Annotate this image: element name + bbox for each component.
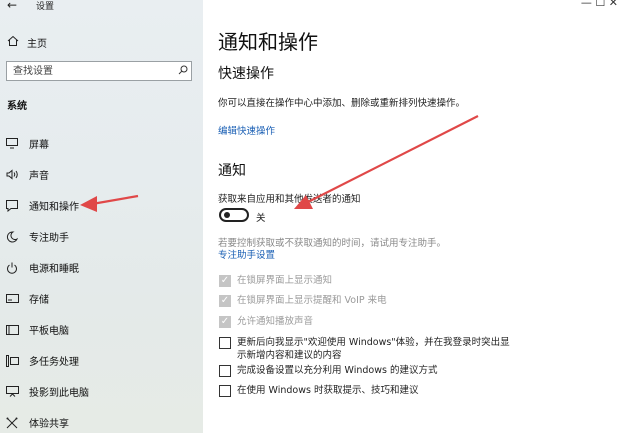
tips-tricks-checkbox[interactable] xyxy=(219,385,231,397)
sidebar-nav: 屏幕 声音 通知和操作 专注助手 电源和睡眠 存储 平板电脑 多任务处理 投影到… xyxy=(0,128,203,433)
monitor-icon xyxy=(5,137,19,151)
section-label-system: 系统 xyxy=(7,101,27,112)
sidebar-item-focus-assist[interactable]: 专注助手 xyxy=(0,221,203,252)
window-title: 设置 xyxy=(36,2,55,12)
sidebar-item-power[interactable]: 电源和睡眠 xyxy=(0,252,203,283)
sidebar-item-label: 电源和睡眠 xyxy=(29,264,79,275)
toggle-knob xyxy=(224,212,230,218)
back-arrow-icon[interactable]: ← xyxy=(7,0,17,12)
edit-quick-actions-link[interactable]: 编辑快速操作 xyxy=(218,123,275,137)
quick-actions-description: 你可以直接在操作中心中添加、删除或重新排列快速操作。 xyxy=(218,98,466,109)
sidebar-item-notifications[interactable]: 通知和操作 xyxy=(0,190,203,221)
title-bar: ← 设置 xyxy=(0,0,203,14)
device-setup-suggestions-checkbox[interactable] xyxy=(219,365,231,377)
notification-sound-checkbox[interactable]: ✓ xyxy=(219,316,231,328)
sidebar-item-label: 声音 xyxy=(29,171,49,182)
power-icon xyxy=(5,261,19,275)
sidebar-item-sound[interactable]: 声音 xyxy=(0,159,203,190)
search-icon[interactable] xyxy=(175,65,191,78)
sidebar-item-multitasking[interactable]: 多任务处理 xyxy=(0,345,203,376)
sidebar-item-display[interactable]: 屏幕 xyxy=(0,128,203,159)
search-box xyxy=(6,61,192,81)
notifications-toggle[interactable] xyxy=(219,208,249,222)
tablet-icon xyxy=(5,323,19,337)
checkbox-label: 在使用 Windows 时获取提示、技巧和建议 xyxy=(237,385,419,396)
multitask-icon xyxy=(5,354,19,368)
page-title: 通知和操作 xyxy=(218,30,318,54)
speaker-icon xyxy=(5,168,19,182)
welcome-experience-checkbox[interactable] xyxy=(219,337,231,349)
checkbox-label: 更新后向我显示"欢迎使用 Windows"体验，并在我登录时突出显示新增内容和建… xyxy=(237,337,510,361)
sidebar-item-label: 专注助手 xyxy=(29,233,69,244)
home-label: 主页 xyxy=(27,38,47,50)
notifications-toggle-label: 获取来自应用和其他发送者的通知 xyxy=(218,194,361,205)
sidebar-item-shared-experiences[interactable]: 体验共享 xyxy=(0,407,203,433)
sidebar-item-label: 屏幕 xyxy=(29,140,49,151)
focus-assist-settings-link[interactable]: 专注助手设置 xyxy=(218,247,275,261)
checkbox-label: 在锁屏界面上显示通知 xyxy=(237,275,333,286)
sidebar-item-label: 通知和操作 xyxy=(29,202,79,213)
sidebar-item-project[interactable]: 投影到此电脑 xyxy=(0,376,203,407)
sidebar-item-label: 存储 xyxy=(29,295,49,306)
quick-actions-heading: 快速操作 xyxy=(218,66,274,82)
lockscreen-voip-checkbox[interactable]: ✓ xyxy=(219,295,231,307)
window-controls[interactable]: — ☐ ✕ xyxy=(581,0,618,9)
checkbox-label: 允许通知播放声音 xyxy=(237,316,314,327)
notifications-heading: 通知 xyxy=(218,163,246,179)
share-icon xyxy=(5,416,19,430)
toggle-state-text: 关 xyxy=(256,213,266,224)
home-icon xyxy=(7,35,21,50)
project-icon xyxy=(5,385,19,399)
checkbox-label: 在锁屏界面上显示提醒和 VoIP 来电 xyxy=(237,295,387,306)
sidebar-item-label: 体验共享 xyxy=(29,419,69,430)
sidebar-item-label: 投影到此电脑 xyxy=(29,388,89,399)
sidebar-item-storage[interactable]: 存储 xyxy=(0,283,203,314)
sidebar-item-label: 多任务处理 xyxy=(29,357,79,368)
sidebar-item-tablet[interactable]: 平板电脑 xyxy=(0,314,203,345)
main-content: — ☐ ✕ 通知和操作 快速操作 你可以直接在操作中心中添加、删除或重新排列快速… xyxy=(203,0,640,433)
notification-icon xyxy=(5,199,19,213)
checkbox-label: 完成设备设置以充分利用 Windows 的建议方式 xyxy=(237,365,438,376)
sidebar-item-label: 平板电脑 xyxy=(29,326,69,337)
lockscreen-notifications-checkbox[interactable]: ✓ xyxy=(219,275,231,287)
sidebar: ← 设置 主页 系统 屏幕 声音 通知和操作 专注助手 xyxy=(0,0,203,433)
search-input[interactable] xyxy=(7,62,175,80)
storage-icon xyxy=(5,292,19,306)
moon-icon xyxy=(5,230,19,244)
home-nav[interactable]: 主页 xyxy=(7,34,47,50)
